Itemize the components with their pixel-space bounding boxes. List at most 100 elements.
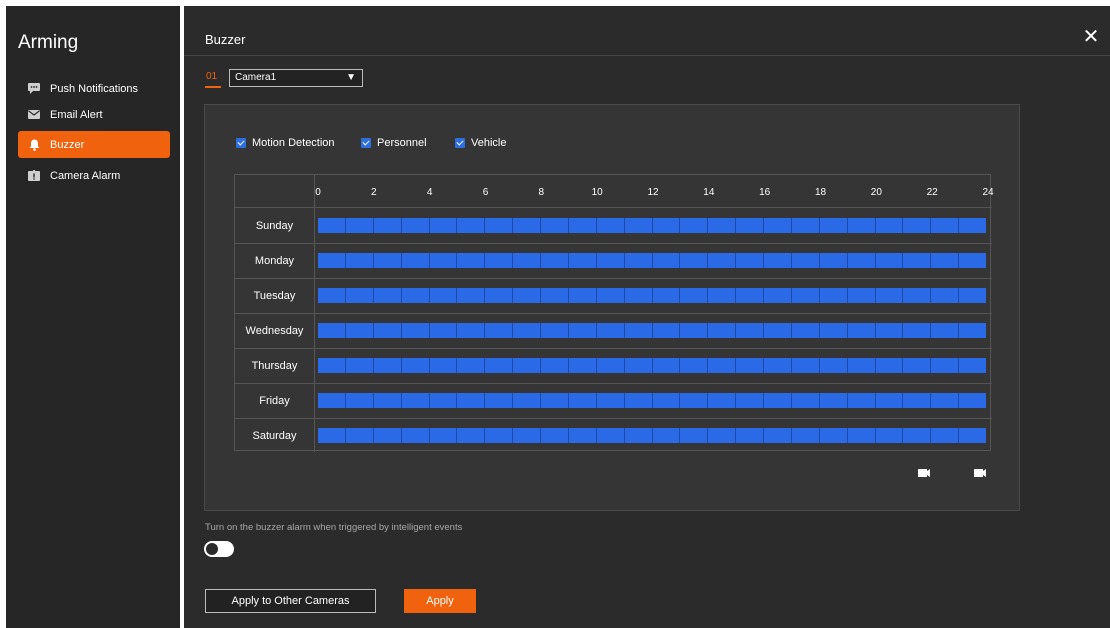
schedule-hour-cell[interactable] — [931, 253, 960, 268]
schedule-hour-cell[interactable] — [875, 393, 904, 408]
schedule-hour-cell[interactable] — [875, 253, 904, 268]
schedule-hour-cell[interactable] — [541, 323, 569, 338]
schedule-hour-cell[interactable] — [652, 358, 681, 373]
schedule-hour-cell[interactable] — [401, 253, 430, 268]
schedule-hour-cell[interactable] — [485, 358, 514, 373]
schedule-hour-cell[interactable] — [931, 288, 960, 303]
schedule-hour-cell[interactable] — [764, 253, 792, 268]
schedule-hour-cell[interactable] — [847, 393, 876, 408]
schedule-hour-cell[interactable] — [652, 288, 681, 303]
schedule-hour-cell[interactable] — [903, 253, 932, 268]
schedule-hour-cell[interactable] — [736, 253, 764, 268]
schedule-hour-cell[interactable] — [959, 323, 986, 338]
schedule-hour-cell[interactable] — [485, 428, 514, 443]
schedule-hour-cell[interactable] — [373, 323, 402, 338]
schedule-hour-cell[interactable] — [457, 358, 486, 373]
schedule-hour-cell[interactable] — [485, 288, 514, 303]
schedule-bar[interactable] — [318, 358, 986, 373]
personnel-checkbox[interactable]: Personnel — [361, 137, 427, 149]
schedule-hour-cell[interactable] — [791, 218, 820, 233]
schedule-hour-cell[interactable] — [680, 253, 709, 268]
schedule-hour-cell[interactable] — [624, 288, 653, 303]
schedule-hour-cell[interactable] — [819, 218, 848, 233]
schedule-hour-cell[interactable] — [401, 218, 430, 233]
schedule-hour-cell[interactable] — [959, 393, 986, 408]
schedule-hour-cell[interactable] — [680, 358, 709, 373]
camera-index-tab[interactable]: 01 — [206, 71, 217, 82]
schedule-hour-cell[interactable] — [318, 323, 346, 338]
schedule-hour-cell[interactable] — [401, 358, 430, 373]
schedule-hour-cell[interactable] — [959, 253, 986, 268]
schedule-hour-cell[interactable] — [959, 218, 986, 233]
schedule-hour-cell[interactable] — [680, 428, 709, 443]
schedule-hour-cell[interactable] — [457, 393, 486, 408]
schedule-hour-cell[interactable] — [875, 428, 904, 443]
schedule-hour-cell[interactable] — [764, 393, 792, 408]
schedule-hour-cell[interactable] — [847, 358, 876, 373]
schedule-hour-cell[interactable] — [652, 218, 681, 233]
schedule-hour-cell[interactable] — [513, 393, 541, 408]
schedule-hour-cell[interactable] — [764, 428, 792, 443]
schedule-hour-cell[interactable] — [680, 393, 709, 408]
schedule-hour-cell[interactable] — [708, 253, 737, 268]
schedule-hour-cell[interactable] — [764, 323, 792, 338]
schedule-bar[interactable] — [318, 253, 986, 268]
schedule-hour-cell[interactable] — [318, 428, 346, 443]
schedule-hour-cell[interactable] — [318, 253, 346, 268]
schedule-hour-cell[interactable] — [708, 323, 737, 338]
schedule-hour-cell[interactable] — [401, 428, 430, 443]
schedule-hour-cell[interactable] — [568, 323, 597, 338]
schedule-hour-cell[interactable] — [345, 358, 374, 373]
schedule-hour-cell[interactable] — [624, 428, 653, 443]
schedule-hour-cell[interactable] — [541, 218, 569, 233]
schedule-hour-cell[interactable] — [652, 323, 681, 338]
motion-detection-checkbox[interactable]: Motion Detection — [236, 137, 335, 149]
schedule-hour-cell[interactable] — [318, 218, 346, 233]
schedule-hour-cell[interactable] — [373, 428, 402, 443]
camera-select[interactable]: Camera1 ▼ — [229, 69, 363, 87]
schedule-hour-cell[interactable] — [708, 358, 737, 373]
schedule-hour-cell[interactable] — [708, 218, 737, 233]
schedule-hour-cell[interactable] — [931, 428, 960, 443]
schedule-hour-cell[interactable] — [429, 428, 458, 443]
schedule-hour-cell[interactable] — [401, 393, 430, 408]
schedule-hour-cell[interactable] — [764, 358, 792, 373]
schedule-hour-cell[interactable] — [568, 218, 597, 233]
schedule-hour-cell[interactable] — [959, 358, 986, 373]
schedule-hour-cell[interactable] — [596, 253, 625, 268]
schedule-hour-cell[interactable] — [541, 428, 569, 443]
schedule-hour-cell[interactable] — [485, 323, 514, 338]
schedule-hour-cell[interactable] — [680, 288, 709, 303]
schedule-hour-cell[interactable] — [624, 218, 653, 233]
buzzer-toggle[interactable] — [204, 541, 234, 557]
schedule-hour-cell[interactable] — [596, 323, 625, 338]
schedule-hour-cell[interactable] — [708, 288, 737, 303]
schedule-hour-cell[interactable] — [596, 288, 625, 303]
schedule-hour-cell[interactable] — [736, 428, 764, 443]
schedule-hour-cell[interactable] — [485, 218, 514, 233]
apply-button[interactable]: Apply — [404, 589, 476, 613]
schedule-hour-cell[interactable] — [959, 288, 986, 303]
schedule-hour-cell[interactable] — [680, 323, 709, 338]
schedule-hour-cell[interactable] — [541, 253, 569, 268]
schedule-hour-cell[interactable] — [652, 393, 681, 408]
schedule-hour-cell[interactable] — [345, 288, 374, 303]
schedule-hour-cell[interactable] — [513, 288, 541, 303]
sidebar-item-push-notifications[interactable]: Push Notifications — [18, 75, 170, 102]
schedule-hour-cell[interactable] — [624, 393, 653, 408]
schedule-hour-cell[interactable] — [457, 323, 486, 338]
schedule-hour-cell[interactable] — [875, 358, 904, 373]
schedule-hour-cell[interactable] — [791, 428, 820, 443]
schedule-hour-cell[interactable] — [513, 218, 541, 233]
schedule-hour-cell[interactable] — [764, 288, 792, 303]
schedule-hour-cell[interactable] — [345, 253, 374, 268]
schedule-hour-cell[interactable] — [847, 253, 876, 268]
schedule-hour-cell[interactable] — [764, 218, 792, 233]
schedule-hour-cell[interactable] — [568, 358, 597, 373]
schedule-hour-cell[interactable] — [903, 393, 932, 408]
schedule-hour-cell[interactable] — [736, 393, 764, 408]
schedule-hour-cell[interactable] — [791, 393, 820, 408]
schedule-hour-cell[interactable] — [736, 323, 764, 338]
schedule-bar[interactable] — [318, 288, 986, 303]
schedule-hour-cell[interactable] — [791, 358, 820, 373]
